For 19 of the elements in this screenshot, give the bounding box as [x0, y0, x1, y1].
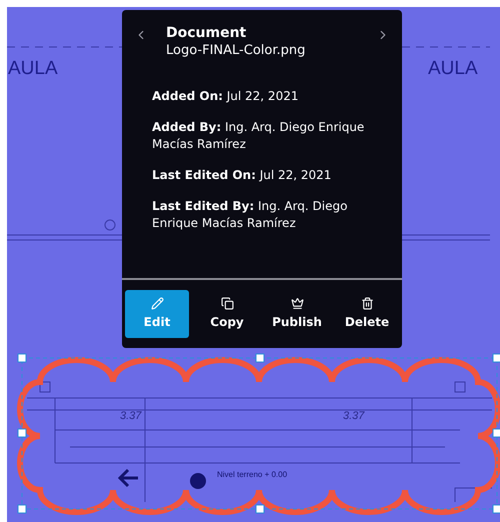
info-text: Added By: Ing. Arq. Diego Enrique Macías Ramírez: [152, 119, 366, 153]
copy-icon: [220, 297, 234, 310]
plan-label: Nivel terreno + 0.00: [217, 469, 288, 481]
trash-icon: [360, 297, 374, 310]
plan-label: 3.37: [343, 409, 364, 424]
plan-label: 3.37: [120, 409, 142, 424]
info-text: Last Edited By: Ing. Arq. Diego Enrique Macías Ramírez: [152, 198, 348, 232]
crown-icon: [290, 297, 304, 310]
popup-title: Document: [166, 24, 248, 42]
pencil-icon: [150, 297, 164, 310]
info-text: Last Edited On: Jul 22, 2021: [152, 167, 332, 184]
selected-cloud-markup-drawing[interactable]: [17, 354, 500, 515]
file-name: Logo-FINAL-Color.png: [166, 42, 306, 60]
plan-label: AULA: [8, 57, 58, 81]
info-text: Added On: Jul 22, 2021: [152, 88, 300, 105]
action-button[interactable]: Delete: [335, 290, 399, 338]
plan-label: AULA: [428, 57, 478, 81]
action-button[interactable]: Copy: [195, 290, 259, 338]
action-button[interactable]: Publish: [265, 290, 329, 338]
